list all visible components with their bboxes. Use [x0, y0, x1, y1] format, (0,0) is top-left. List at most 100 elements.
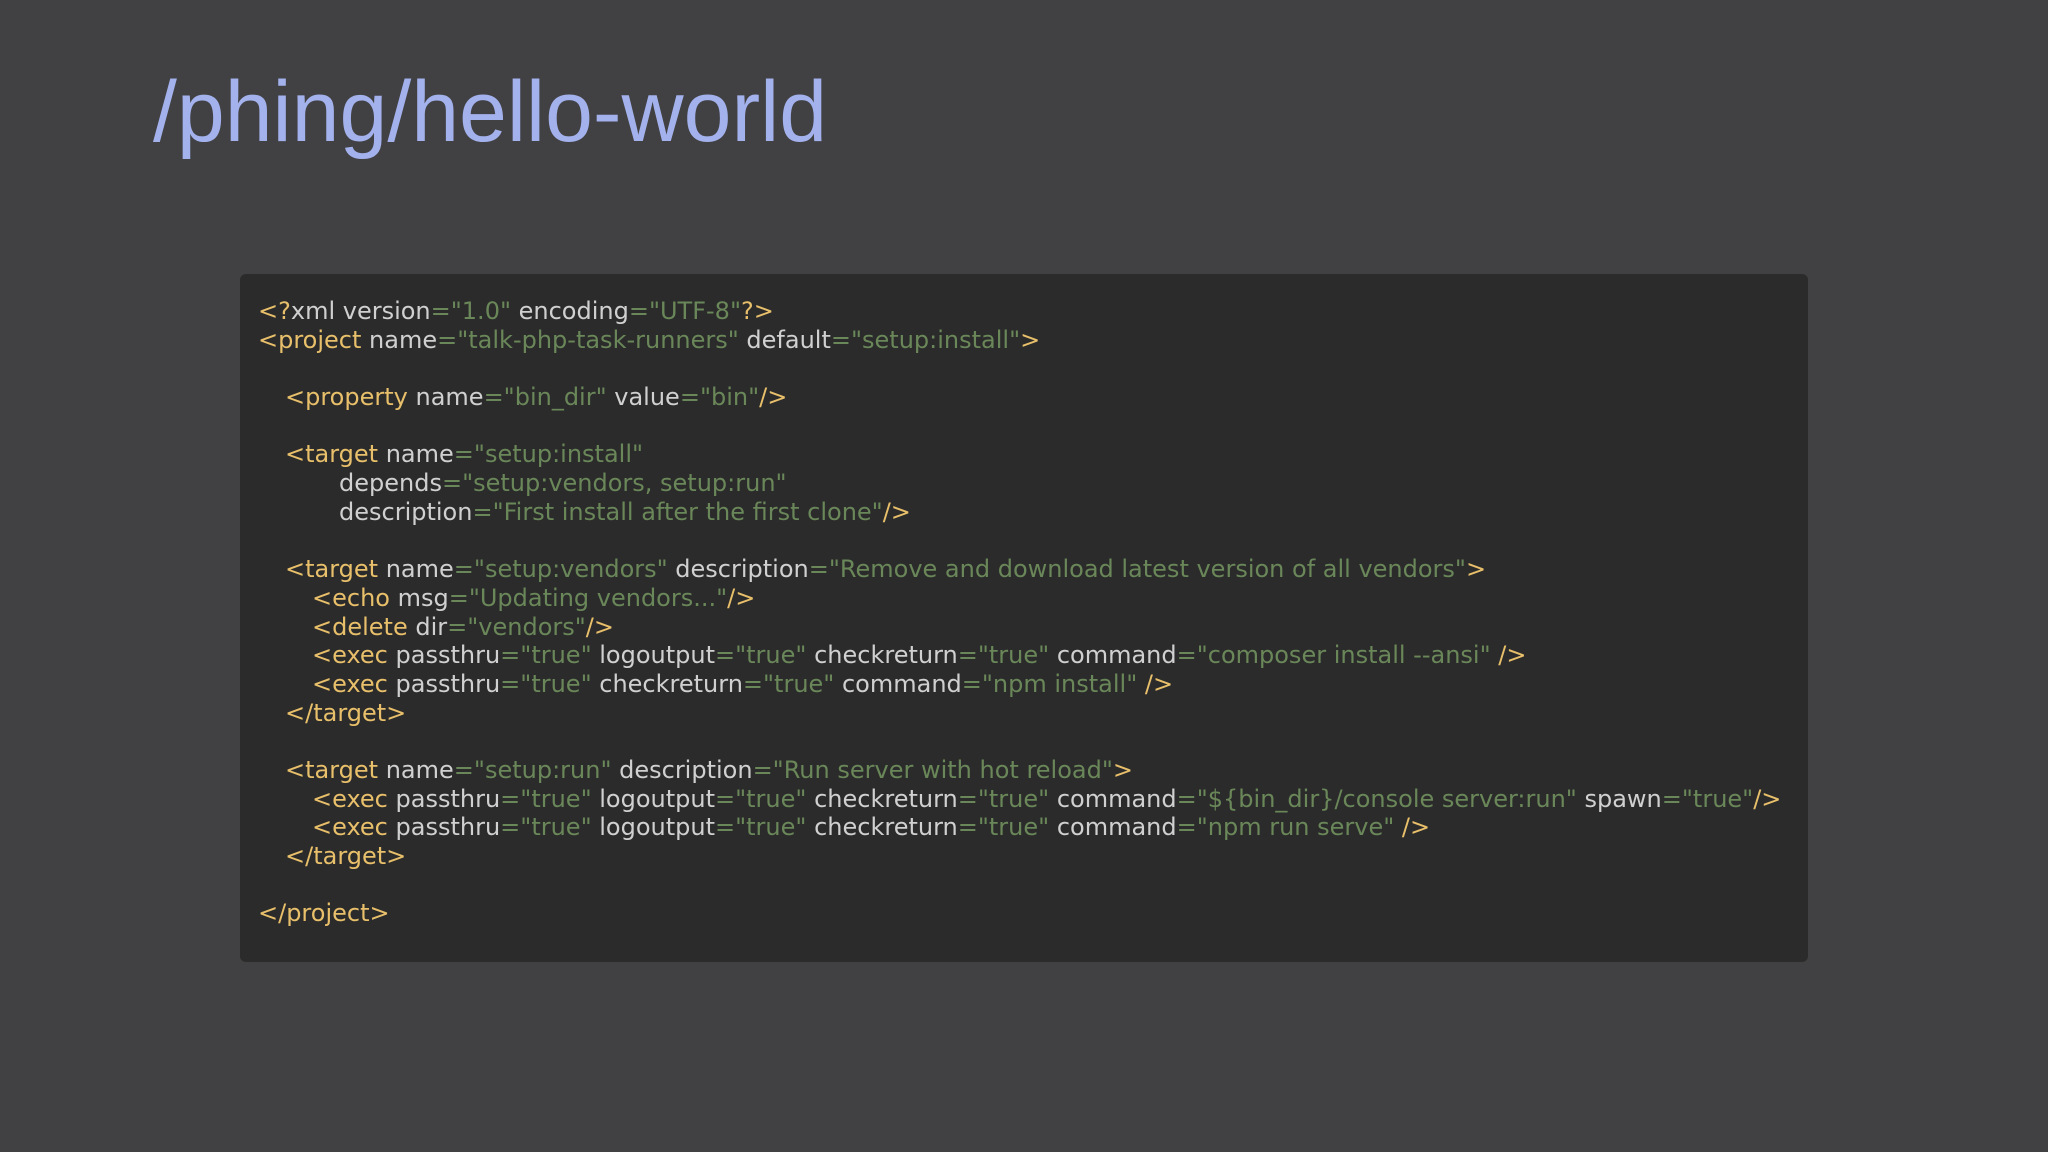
code-token-attr: depends: [339, 469, 442, 498]
code-token-attr: description: [667, 555, 809, 584]
code-token-tag: <exec: [312, 813, 388, 842]
code-token-tag: >: [1465, 555, 1487, 584]
code-token-eq: =: [453, 440, 474, 469]
code-token-val: "true": [735, 813, 807, 842]
code-token-eq: =: [437, 325, 458, 354]
code-block: <?xml version="1.0" encoding="UTF-8"?> <p…: [240, 274, 1808, 962]
code-token-attr: description: [611, 756, 753, 784]
code-token-eq: =: [957, 784, 978, 813]
code-token-attr: spawn: [1576, 784, 1662, 813]
code-token-eq: =: [1176, 641, 1197, 670]
code-token-attr: command: [1049, 813, 1177, 842]
code-token-val: "bin_dir": [503, 383, 607, 412]
code-token-val: "vendors": [467, 612, 586, 641]
code-token-tag: </target>: [285, 698, 407, 727]
code-token-tag: >: [1020, 325, 1041, 354]
code-token-tag: />: [1490, 641, 1527, 670]
code-token-eq: =: [441, 469, 463, 498]
code-token-val: "true": [520, 813, 592, 842]
code-token-eq: =: [808, 555, 829, 584]
code-line: <property name="bin_dir" value="bin"/>: [258, 383, 1808, 412]
code-token-attr: checkreturn: [591, 669, 743, 698]
code-token-tag: />: [882, 497, 911, 526]
code-token-eq: =: [1176, 813, 1197, 842]
code-token-attr: name: [361, 325, 438, 354]
code-token-val: "setup:run": [473, 756, 612, 784]
code-line: <target name="setup:vendors" description…: [258, 555, 1808, 584]
slide-title: /phing/hello-world: [153, 64, 828, 160]
code-token-val: "composer install --ansi": [1196, 641, 1491, 670]
code-token-eq: =: [715, 813, 736, 842]
code-token-attr: value: [606, 383, 680, 412]
code-token-tag: ?>: [741, 297, 774, 325]
code-token-val: "true": [735, 641, 807, 670]
code-token-tag: />: [759, 383, 788, 412]
code-token-attr: command: [1049, 641, 1177, 670]
code-token-attr: checkreturn: [806, 641, 958, 670]
code-token-val: "true": [1681, 784, 1754, 813]
code-token-eq: =: [447, 612, 468, 641]
code-line: </project>: [258, 899, 1808, 928]
code-line: <exec passthru="true" logoutput="true" c…: [258, 641, 1808, 670]
code-line: <delete dir="vendors"/>: [258, 613, 1808, 642]
code-token-val: "talk-php-task-runners": [457, 325, 739, 354]
code-token-attr: command: [1049, 784, 1177, 813]
code-token-eq: =: [1176, 784, 1197, 813]
code-token-val: "setup:install": [473, 440, 644, 469]
code-token-attr: name: [407, 383, 484, 412]
code-token-val: "1.0": [450, 297, 511, 325]
code-token-attr: msg: [389, 583, 449, 612]
code-token-val: "true": [977, 813, 1050, 842]
code-token-tag: <echo: [312, 583, 390, 612]
code-token-tag: </project>: [258, 899, 390, 928]
code-line: <target name="setup:install": [258, 440, 1808, 469]
code-token-tag: />: [1137, 669, 1174, 698]
code-token-eq: =: [830, 325, 851, 354]
code-token-tag: />: [585, 612, 614, 641]
code-token-tag: <exec: [312, 784, 388, 813]
code-token-eq: =: [961, 669, 982, 698]
code-line: <?xml version="1.0" encoding="UTF-8"?>: [258, 297, 1808, 326]
code-token-val: "true": [520, 784, 592, 813]
code-token-val: "true": [977, 784, 1050, 813]
code-token-tag: <exec: [312, 669, 388, 698]
code-token-eq: =: [483, 383, 504, 412]
code-token-attr: logoutput: [591, 641, 715, 670]
code-token-val: "npm install": [981, 669, 1138, 698]
code-line: </target>: [258, 699, 1808, 728]
code-token-attr: logoutput: [591, 784, 715, 813]
code-token-eq: =: [679, 383, 700, 412]
code-token-eq: =: [500, 813, 521, 842]
code-token-eq: =: [742, 669, 764, 698]
code-line: <exec passthru="true" logoutput="true" c…: [258, 785, 1808, 814]
code-token-val: "npm run serve": [1196, 813, 1395, 842]
code-token-val: "First install after the first clone": [492, 497, 883, 526]
code-token-val: "Updating vendors...": [468, 583, 728, 612]
code-token-eq: =: [500, 641, 521, 670]
code-token-eq: =: [957, 813, 978, 842]
code-token-tag: <project: [258, 325, 362, 354]
code-token-attr: command: [834, 669, 962, 698]
code-token-eq: =: [1661, 784, 1682, 813]
code-token-attr: checkreturn: [806, 784, 958, 813]
code-token-eq: =: [752, 756, 773, 784]
code-token-tag: <property: [285, 383, 408, 412]
code-token-val: "true": [763, 669, 835, 698]
code-token-attr: default: [738, 325, 831, 354]
code-token-eq: =: [448, 583, 469, 612]
code-token-eq: =: [453, 756, 474, 784]
code-token-val: "true": [977, 641, 1050, 670]
code-token-tag: </target>: [285, 842, 407, 871]
code-line: <target name="setup:run" description="Ru…: [258, 756, 1808, 785]
code-token-eq: =: [453, 555, 474, 584]
code-token-tag: <exec: [312, 641, 388, 670]
code-token-val: "true": [735, 784, 807, 813]
code-token-eq: =: [430, 297, 451, 325]
code-line: <exec passthru="true" checkreturn="true"…: [258, 670, 1808, 699]
code-token-attr: name: [378, 440, 454, 469]
code-token-eq: =: [500, 784, 521, 813]
code-line: <echo msg="Updating vendors..."/>: [258, 584, 1808, 613]
